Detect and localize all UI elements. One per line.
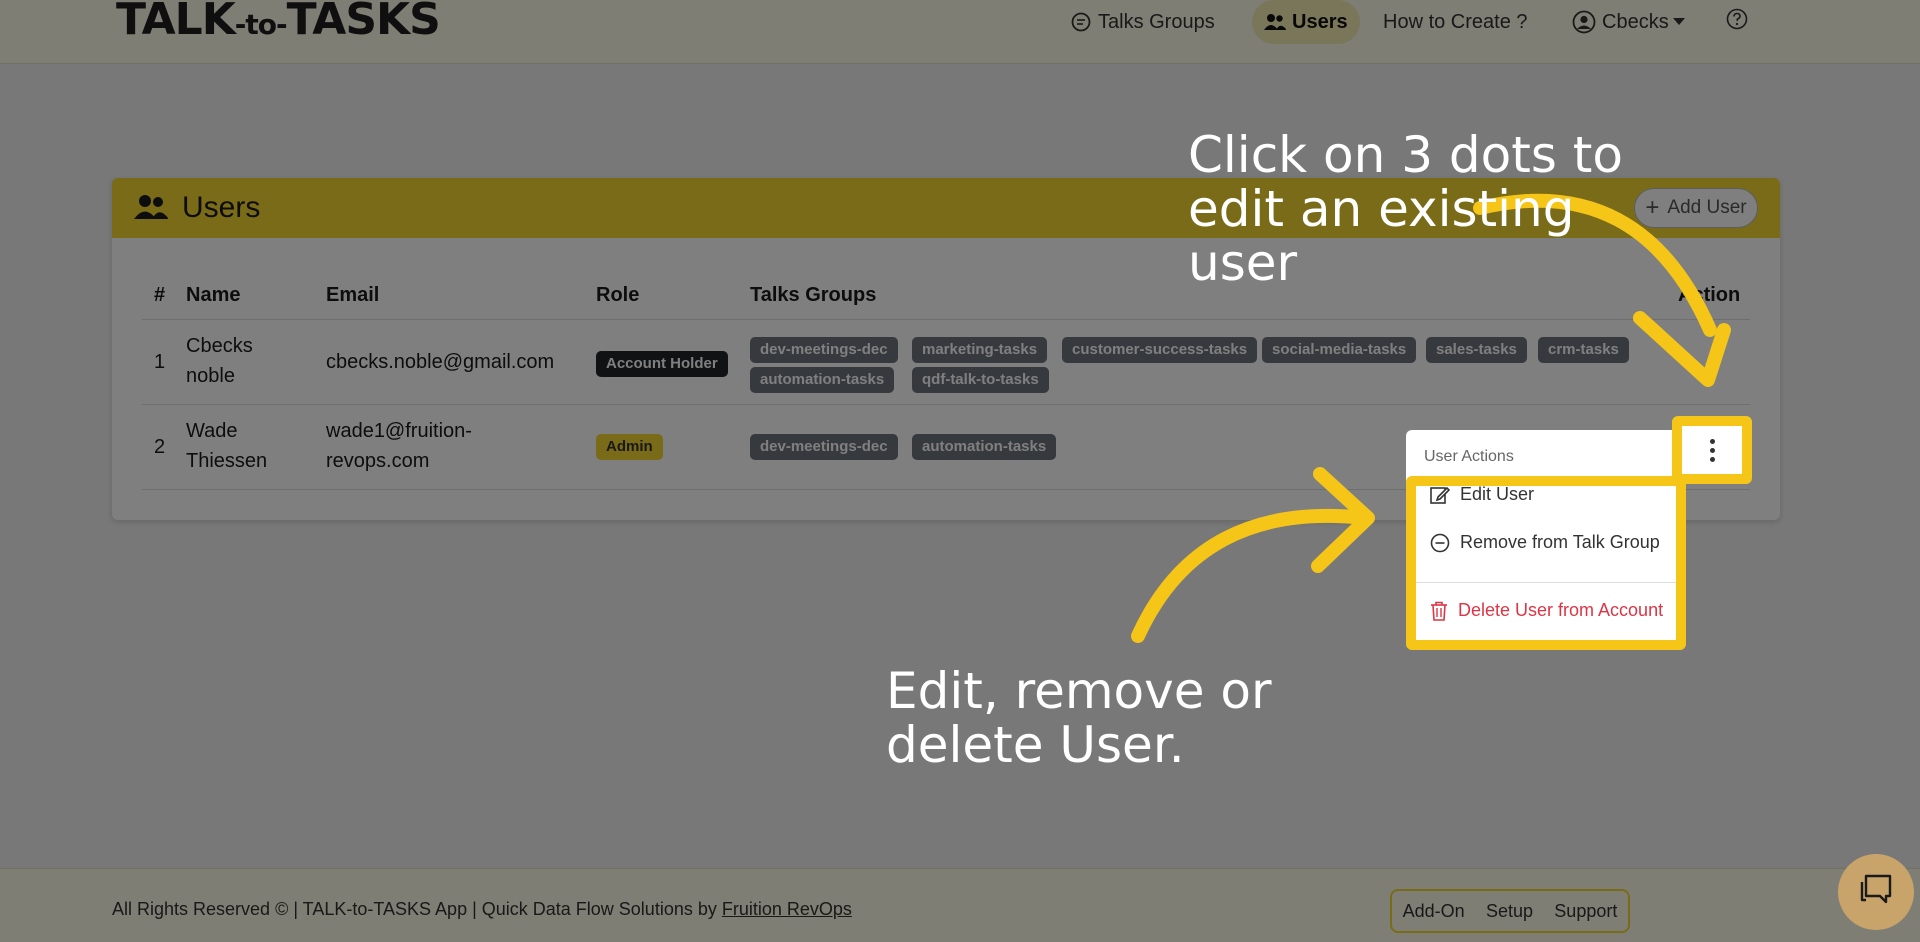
callout-bottom-line1: Edit, remove or [886,662,1272,720]
edit-user-label: Edit User [1460,484,1535,504]
chat-widget-button[interactable] [1838,854,1914,930]
callout-bottom-line2: delete User. [886,716,1185,774]
remove-from-group-menu-item[interactable]: Remove from Talk Group [1430,532,1660,553]
trash-icon [1430,601,1448,621]
three-dots-highlight [1672,416,1752,484]
kebab-dot-icon [1709,447,1715,453]
delete-user-menu-item[interactable]: Delete User from Account [1430,600,1663,621]
chat-icon [1856,870,1896,915]
delete-user-label: Delete User from Account [1458,600,1664,620]
kebab-dot-icon [1709,456,1715,462]
callout-three-dots: Click on 3 dots to edit an existing user [1188,128,1658,290]
dropdown-header: User Actions [1424,448,1514,465]
callout-top-line1: Click on 3 dots to [1188,126,1623,184]
pencil-icon [1430,485,1450,505]
minus-circle-icon [1430,533,1450,553]
callout-edit-remove-delete: Edit, remove or delete User. [886,664,1306,772]
dropdown-divider [1416,582,1676,583]
callout-top-line2: edit an existing [1188,180,1575,238]
more-actions-button[interactable] [1702,434,1722,466]
dropdown-menu-highlight: Edit User Remove from Talk Group Delete … [1406,476,1686,650]
kebab-dot-icon [1709,438,1715,444]
remove-from-group-label: Remove from Talk Group [1460,532,1660,552]
callout-top-line3: user [1188,234,1298,292]
edit-user-menu-item[interactable]: Edit User [1430,484,1534,505]
